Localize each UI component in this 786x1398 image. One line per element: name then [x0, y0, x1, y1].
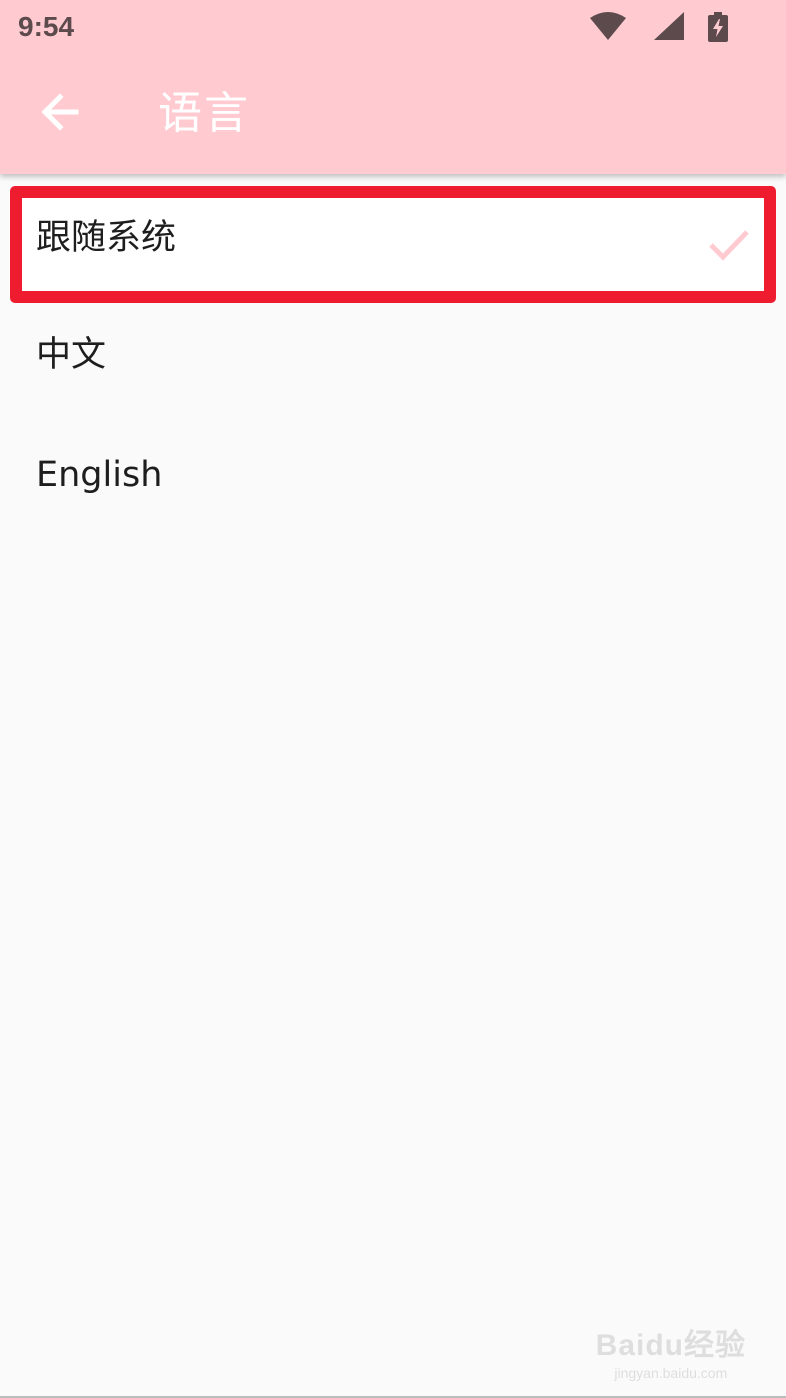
arrow-left-icon — [40, 92, 80, 136]
back-button[interactable] — [28, 82, 92, 146]
watermark-url: jingyan.baidu.com — [614, 1365, 728, 1381]
language-label: 中文 — [36, 335, 107, 375]
signal-icon — [654, 12, 684, 44]
toolbar: 语言 — [0, 54, 786, 174]
baidu-watermark: Baidu经验 jingyan.baidu.com — [596, 1328, 746, 1382]
app-header: 9:54 语言 — [0, 0, 786, 174]
page-title: 语言 — [158, 88, 250, 139]
language-label: English — [36, 455, 163, 495]
status-time: 9:54 — [18, 11, 75, 42]
wifi-icon — [590, 12, 626, 44]
check-icon — [708, 228, 750, 262]
battery-charging-icon — [708, 12, 728, 46]
status-icons — [568, 12, 728, 42]
language-item-follow-system[interactable]: 跟随系统 — [10, 186, 776, 303]
status-bar: 9:54 — [0, 0, 786, 54]
language-item-chinese[interactable]: 中文 — [0, 303, 786, 423]
language-list: 跟随系统 中文 English — [0, 186, 786, 543]
watermark-brand: Baidu经验 — [595, 1329, 746, 1362]
language-label: 跟随系统 — [36, 218, 177, 258]
language-item-english[interactable]: English — [0, 423, 786, 543]
